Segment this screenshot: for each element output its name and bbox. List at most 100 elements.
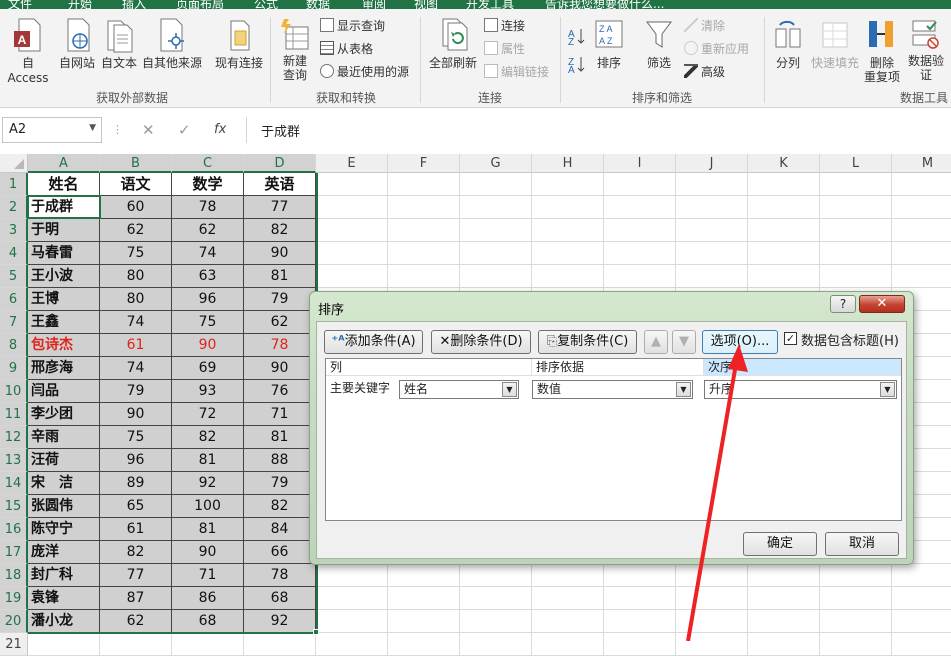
empty-cell[interactable] bbox=[388, 173, 460, 196]
has-headers-checkbox[interactable]: ✓ bbox=[784, 332, 797, 345]
refresh-all-button[interactable]: 全部刷新 bbox=[424, 17, 482, 71]
row-header[interactable]: 9 bbox=[0, 357, 28, 380]
formula-input[interactable]: 于成群 bbox=[246, 117, 951, 143]
score-cell[interactable]: 82 bbox=[172, 426, 244, 449]
name-cell[interactable]: 袁锋 bbox=[28, 587, 100, 610]
insert-function-icon[interactable]: fx bbox=[214, 122, 226, 137]
row-header[interactable]: 16 bbox=[0, 518, 28, 541]
sort-column-select[interactable]: 姓名 ▼ bbox=[399, 380, 519, 399]
connections-button[interactable]: 连接 bbox=[484, 18, 525, 34]
empty-cell[interactable] bbox=[532, 587, 604, 610]
row-header[interactable]: 4 bbox=[0, 242, 28, 265]
text-to-columns-button[interactable]: 分列 bbox=[768, 17, 808, 71]
score-cell[interactable]: 79 bbox=[244, 472, 316, 495]
score-cell[interactable]: 90 bbox=[172, 541, 244, 564]
empty-cell[interactable] bbox=[316, 242, 388, 265]
name-cell[interactable]: 于明 bbox=[28, 219, 100, 242]
tab-page-layout[interactable]: 页面布局 bbox=[176, 0, 224, 9]
column-header-b[interactable]: B bbox=[100, 154, 172, 173]
name-box[interactable]: A2 ▼ bbox=[2, 117, 102, 143]
empty-cell[interactable] bbox=[460, 633, 532, 656]
empty-cell[interactable] bbox=[676, 173, 748, 196]
empty-cell[interactable] bbox=[676, 242, 748, 265]
score-cell[interactable]: 100 bbox=[172, 495, 244, 518]
fill-handle[interactable] bbox=[313, 629, 319, 635]
name-cell[interactable]: 王博 bbox=[28, 288, 100, 311]
name-cell[interactable]: 陈守宁 bbox=[28, 518, 100, 541]
empty-cell[interactable] bbox=[604, 242, 676, 265]
name-cell[interactable]: 封广科 bbox=[28, 564, 100, 587]
edit-links-button[interactable]: 编辑链接 bbox=[484, 64, 549, 80]
sort-button[interactable]: Z A A Z 排序 bbox=[590, 17, 628, 71]
from-access-button[interactable]: A 自 Access bbox=[0, 17, 56, 86]
score-cell[interactable]: 75 bbox=[100, 426, 172, 449]
column-header-j[interactable]: J bbox=[676, 154, 748, 173]
empty-cell[interactable] bbox=[388, 587, 460, 610]
name-cell[interactable]: 庞洋 bbox=[28, 541, 100, 564]
score-cell[interactable]: 79 bbox=[244, 288, 316, 311]
column-header-f[interactable]: F bbox=[388, 154, 460, 173]
select-all-corner[interactable] bbox=[0, 154, 28, 173]
tab-file[interactable]: 文件 bbox=[8, 0, 32, 9]
name-cell[interactable]: 潘小龙 bbox=[28, 610, 100, 633]
empty-cell[interactable] bbox=[748, 196, 820, 219]
column-header-e[interactable]: E bbox=[316, 154, 388, 173]
help-button[interactable]: ? bbox=[830, 295, 856, 313]
delete-condition-button[interactable]: ✕删除条件(D) bbox=[431, 330, 531, 354]
row-header[interactable]: 13 bbox=[0, 449, 28, 472]
row-header[interactable]: 14 bbox=[0, 472, 28, 495]
score-cell[interactable]: 88 bbox=[244, 449, 316, 472]
remove-duplicates-button[interactable]: 删除 重复项 bbox=[862, 17, 902, 84]
flash-fill-button[interactable]: 快速填充 bbox=[810, 17, 860, 71]
empty-cell[interactable] bbox=[892, 219, 951, 242]
empty-cell[interactable] bbox=[820, 173, 892, 196]
empty-cell[interactable] bbox=[316, 196, 388, 219]
empty-cell[interactable] bbox=[316, 265, 388, 288]
close-button[interactable]: ✕ bbox=[859, 295, 905, 313]
empty-cell[interactable] bbox=[748, 265, 820, 288]
score-cell[interactable]: 71 bbox=[172, 564, 244, 587]
score-cell[interactable]: 81 bbox=[172, 449, 244, 472]
tab-insert[interactable]: 插入 bbox=[122, 0, 146, 9]
empty-cell[interactable] bbox=[820, 219, 892, 242]
empty-cell[interactable] bbox=[388, 219, 460, 242]
tab-data[interactable]: 数据 bbox=[306, 0, 330, 9]
tab-view[interactable]: 视图 bbox=[414, 0, 438, 9]
name-cell[interactable]: 宋 洁 bbox=[28, 472, 100, 495]
empty-cell[interactable] bbox=[892, 587, 951, 610]
empty-cell[interactable] bbox=[748, 219, 820, 242]
empty-cell[interactable] bbox=[532, 564, 604, 587]
score-cell[interactable]: 75 bbox=[172, 311, 244, 334]
score-cell[interactable]: 93 bbox=[172, 380, 244, 403]
name-cell[interactable]: 王鑫 bbox=[28, 311, 100, 334]
empty-cell[interactable] bbox=[532, 242, 604, 265]
row-header[interactable]: 15 bbox=[0, 495, 28, 518]
row-header[interactable]: 1 bbox=[0, 173, 28, 196]
score-cell[interactable]: 68 bbox=[172, 610, 244, 633]
tab-developer[interactable]: 开发工具 bbox=[466, 0, 514, 9]
name-cell[interactable]: 邢彦海 bbox=[28, 357, 100, 380]
tab-review[interactable]: 审阅 bbox=[362, 0, 386, 9]
column-header-m[interactable]: M bbox=[892, 154, 951, 173]
score-cell[interactable]: 65 bbox=[100, 495, 172, 518]
empty-cell[interactable] bbox=[820, 610, 892, 633]
from-table-button[interactable]: 从表格 bbox=[320, 41, 373, 57]
table-header-cell[interactable]: 语文 bbox=[100, 173, 172, 196]
empty-cell[interactable] bbox=[892, 265, 951, 288]
sort-ascending-descending-icons[interactable]: A Z Z A bbox=[566, 23, 586, 77]
score-cell[interactable]: 74 bbox=[100, 311, 172, 334]
empty-cell[interactable] bbox=[892, 196, 951, 219]
empty-cell[interactable] bbox=[460, 173, 532, 196]
empty-cell[interactable] bbox=[892, 633, 951, 656]
enter-check-icon[interactable]: ✓ bbox=[178, 121, 191, 139]
advanced-filter-button[interactable]: 高级 bbox=[684, 64, 725, 80]
score-cell[interactable]: 96 bbox=[172, 288, 244, 311]
score-cell[interactable]: 75 bbox=[100, 242, 172, 265]
score-cell[interactable]: 90 bbox=[244, 357, 316, 380]
empty-cell[interactable] bbox=[892, 564, 951, 587]
cancel-button[interactable]: 取消 bbox=[825, 532, 899, 556]
empty-cell[interactable] bbox=[748, 173, 820, 196]
row-header[interactable]: 5 bbox=[0, 265, 28, 288]
score-cell[interactable]: 62 bbox=[100, 610, 172, 633]
score-cell[interactable]: 72 bbox=[172, 403, 244, 426]
